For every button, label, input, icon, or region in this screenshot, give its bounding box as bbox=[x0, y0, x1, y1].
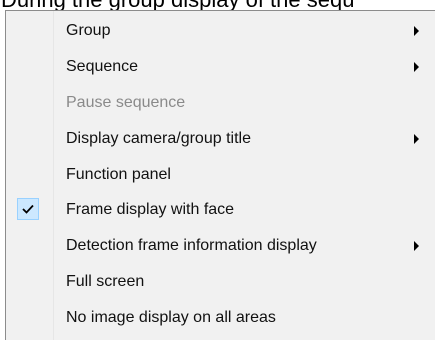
menu-item-function-panel[interactable]: Function panel bbox=[6, 160, 435, 190]
chevron-right-icon bbox=[414, 62, 419, 72]
chevron-right-icon bbox=[414, 26, 419, 36]
menu-item-label: Detection frame information display bbox=[66, 237, 317, 254]
chevron-right-icon bbox=[414, 241, 419, 251]
menu-item-pause-sequence: Pause sequence bbox=[6, 88, 435, 118]
menu-item-detection-frame-information-display[interactable]: Detection frame information display bbox=[6, 231, 435, 261]
menu-item-label: Full screen bbox=[66, 273, 145, 290]
menu-item-full-screen[interactable]: Full screen bbox=[6, 267, 435, 297]
menu-item-label: Sequence bbox=[66, 58, 139, 75]
menu-item-sequence[interactable]: Sequence bbox=[6, 52, 435, 82]
menu-item-group[interactable]: Group bbox=[6, 16, 435, 46]
menu-item-label: No image display on all areas bbox=[66, 309, 276, 326]
menu-item-label: Display camera/group title bbox=[66, 130, 251, 147]
menu-item-display-camera-group-title[interactable]: Display camera/group title bbox=[6, 124, 435, 154]
checkmark-icon bbox=[17, 198, 39, 220]
menu-item-label: Pause sequence bbox=[66, 94, 186, 111]
menu-item-label: Frame display with face bbox=[66, 201, 235, 218]
menu-item-label: Function panel bbox=[66, 166, 171, 183]
screenshot: During the group display of the sequ Gro… bbox=[0, 0, 435, 340]
menu-item-label: Group bbox=[66, 22, 111, 39]
menu-item-no-image-display-on-all-areas[interactable]: No image display on all areas bbox=[6, 303, 435, 333]
menu-item-frame-display-with-face[interactable]: Frame display with face bbox=[6, 195, 435, 225]
context-menu: Group Sequence Pause sequence Display ca… bbox=[5, 10, 435, 340]
chevron-right-icon bbox=[414, 134, 419, 144]
